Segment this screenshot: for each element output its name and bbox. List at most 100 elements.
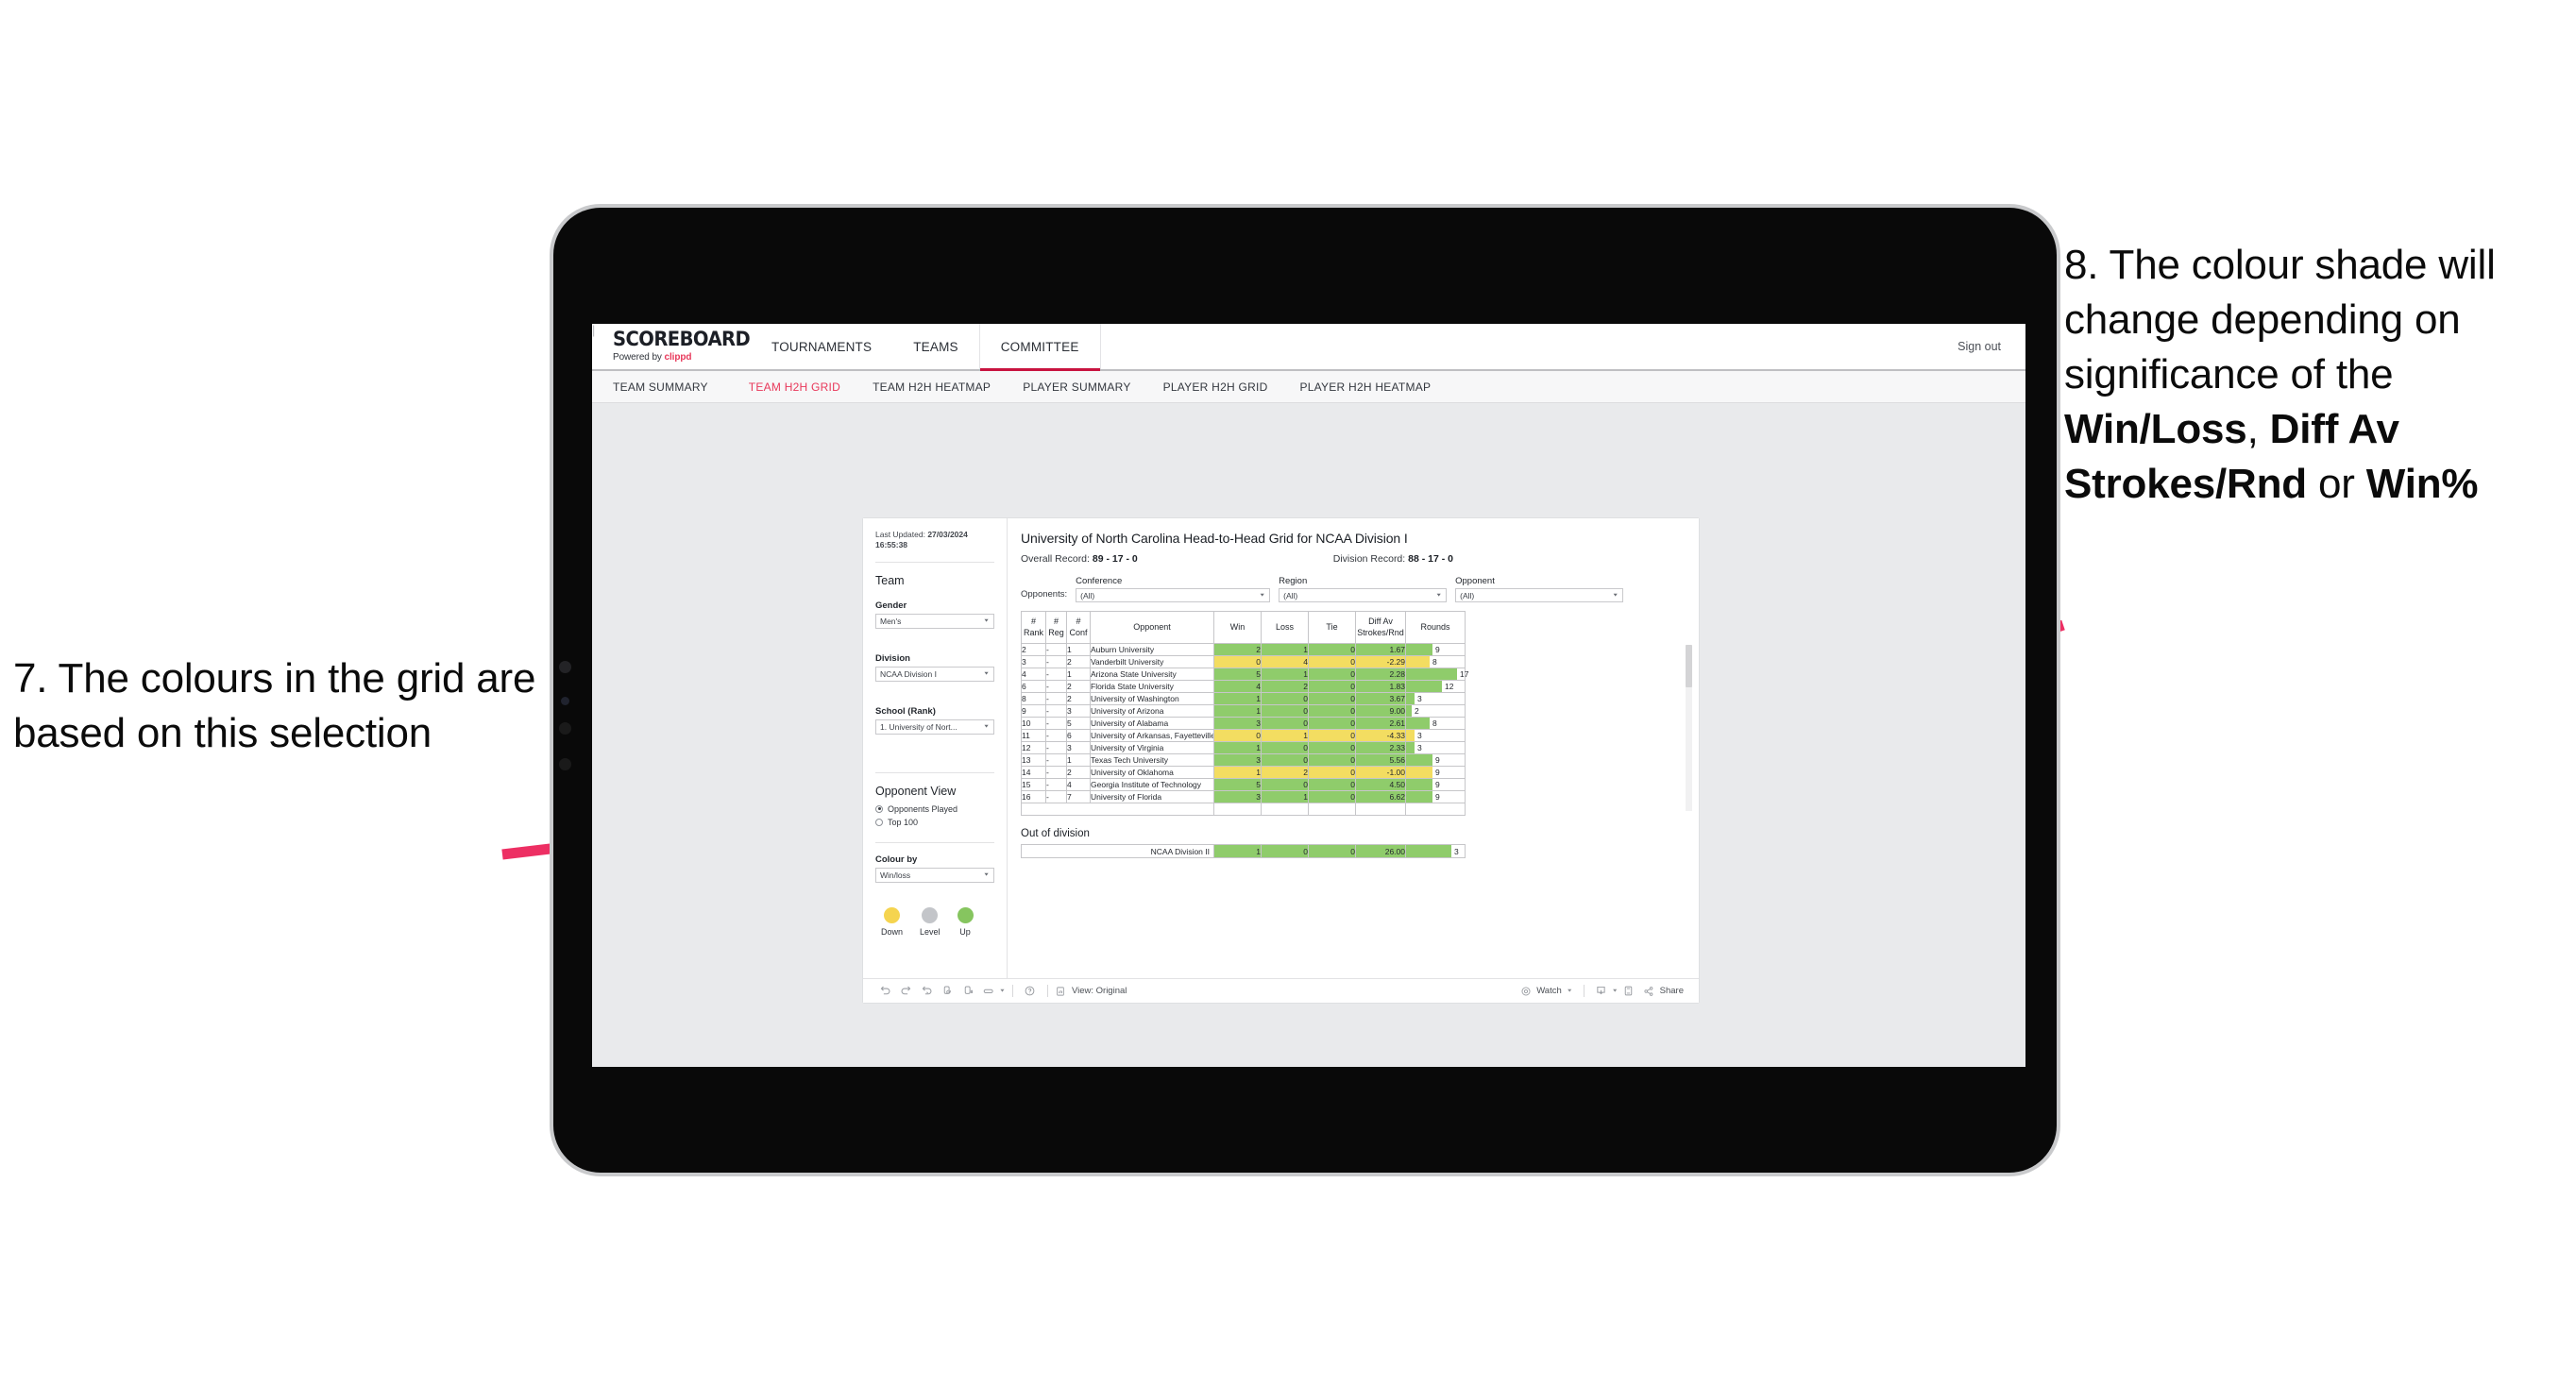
cell-tie: 0 [1308, 680, 1356, 693]
gender-value: Men's [880, 616, 902, 626]
cell-conf: 2 [1066, 680, 1091, 693]
cell-win: 1 [1213, 704, 1262, 718]
ood-tie: 0 [1308, 844, 1356, 858]
table-row[interactable]: 11-6 University of Arkansas, Fayetteville… [1021, 729, 1466, 742]
chevron-down-icon: ▼ [983, 618, 990, 624]
cell-rounds: 9 [1405, 778, 1466, 791]
overall-record-value: 89 - 17 - 0 [1092, 553, 1138, 565]
signout-area: | Sign out [592, 324, 2025, 369]
cell-conf: 3 [1066, 741, 1091, 754]
refresh-data-icon[interactable] [937, 981, 958, 1002]
subnav-player-h2h-heatmap[interactable]: PLAYER H2H HEATMAP [1284, 380, 1448, 394]
cell-tie: 0 [1308, 753, 1356, 767]
table-row[interactable]: 8-2 University of Washington 1 0 0 3.67 3 [1021, 692, 1466, 705]
redo-icon[interactable] [895, 981, 916, 1002]
table-row[interactable]: 15-4 Georgia Institute of Technology 5 0 0 4.… [1021, 778, 1466, 791]
cell-diff: 5.56 [1355, 753, 1406, 767]
col-rounds[interactable]: Rounds [1405, 611, 1466, 644]
chevron-down-icon[interactable]: ▼ [1612, 989, 1618, 993]
rounds-bar [1406, 791, 1432, 803]
col-loss[interactable]: Loss [1261, 611, 1309, 644]
undo-icon[interactable] [874, 981, 895, 1002]
col-conf[interactable]: # Conf [1066, 611, 1091, 644]
table-row[interactable]: 14-2 University of Oklahoma 1 2 0 -1.00 9 [1021, 766, 1466, 779]
rounds-value: 3 [1417, 743, 1422, 752]
brand-logo[interactable]: SCOREBOARD Powered by clippd [592, 324, 751, 369]
fullscreen-icon[interactable] [1618, 981, 1639, 1002]
col-opponent[interactable]: Opponent [1090, 611, 1214, 644]
nav-item-teams[interactable]: TEAMS [892, 324, 979, 369]
gender-select[interactable]: Men's ▼ [875, 613, 994, 629]
radio-opponents-played[interactable]: Opponents Played [875, 804, 994, 814]
table-row[interactable]: 10-5 University of Alabama 3 0 0 2.61 8 [1021, 717, 1466, 730]
ood-rounds-label: 3 [1454, 846, 1459, 856]
nav-item-committee[interactable]: COMMITTEE [978, 324, 1101, 371]
scrollbar-thumb[interactable] [1686, 645, 1692, 687]
ood-win: 1 [1213, 844, 1262, 858]
division-select[interactable]: NCAA Division I ▼ [875, 666, 994, 682]
region-filter: Region (All) ▼ [1279, 576, 1448, 602]
table-row[interactable]: 12-3 University of Virginia 1 0 0 2.33 3 [1021, 741, 1466, 754]
subnav-player-h2h-grid[interactable]: PLAYER H2H GRID [1147, 380, 1284, 394]
col-tie[interactable]: Tie [1308, 611, 1356, 644]
h2h-table-head: # Rank # Reg # Conf Opponent Win Loss Tie D… [1021, 611, 1466, 644]
subnav-team-summary[interactable]: TEAM SUMMARY [613, 380, 733, 394]
school-select[interactable]: 1. University of Nort... ▼ [875, 718, 994, 735]
share-button[interactable]: Share [1643, 981, 1684, 1002]
cell-rounds: 9 [1405, 766, 1466, 779]
table-row[interactable]: 9-3 University of Arizona 1 0 0 9.00 2 [1021, 704, 1466, 718]
table-row[interactable]: 13-1 Texas Tech University 3 0 0 5.56 9 [1021, 753, 1466, 767]
subnav-team-h2h-grid[interactable]: TEAM H2H GRID [733, 380, 856, 394]
radio-top-100[interactable]: Top 100 [875, 818, 994, 827]
table-row[interactable]: 6-2 Florida State University 4 2 0 1.83 12 [1021, 680, 1466, 693]
opponent-select[interactable]: (All) ▼ [1455, 588, 1624, 602]
table-row[interactable]: 3-2 Vanderbilt University 0 4 0 -2.29 8 [1021, 655, 1466, 668]
table-row[interactable]: 2-1 Auburn University 2 1 0 1.67 9 [1021, 643, 1466, 656]
app-screen: SCOREBOARD Powered by clippd TOURNAMENTS… [592, 324, 2025, 1067]
help-icon[interactable] [1020, 981, 1041, 1002]
cell-diff: 3.67 [1355, 692, 1406, 705]
cell-rank: 14 [1021, 766, 1046, 779]
col-diff[interactable]: Diff Av Strokes/Rnd [1355, 611, 1406, 644]
cell-win: 3 [1213, 753, 1262, 767]
divider: | [592, 324, 596, 337]
cell-reg: - [1045, 680, 1067, 693]
col-reg[interactable]: # Reg [1045, 611, 1067, 644]
nav-item-tournaments[interactable]: TOURNAMENTS [751, 324, 892, 369]
table-row[interactable]: 4-1 Arizona State University 5 1 0 2.28 17 [1021, 668, 1468, 681]
ood-rounds: 3 [1405, 844, 1466, 858]
download-icon[interactable] [1591, 981, 1612, 1002]
cell-reg: - [1045, 729, 1067, 742]
cell-tie: 0 [1308, 668, 1356, 681]
chevron-down-icon[interactable]: ▼ [999, 989, 1006, 993]
rounds-bar [1406, 668, 1457, 680]
signout-link[interactable]: Sign out [1957, 340, 2001, 353]
cell-reg: - [1045, 778, 1067, 791]
revert-icon[interactable] [916, 981, 937, 1002]
region-select[interactable]: (All) ▼ [1279, 588, 1448, 602]
radio-opponents-played-label: Opponents Played [888, 803, 958, 814]
cell-loss: 1 [1261, 729, 1309, 742]
table-row[interactable]: 16-7 University of Florida 3 1 0 6.62 9 [1021, 790, 1466, 803]
pan-icon[interactable] [978, 981, 999, 1002]
conference-select[interactable]: (All) ▼ [1076, 588, 1271, 602]
cell-rank: 2 [1021, 643, 1046, 656]
rounds-value: 9 [1435, 755, 1440, 765]
view-original-label: View: Original [1071, 986, 1127, 996]
spacer-diff [1355, 803, 1406, 816]
col-win[interactable]: Win [1213, 611, 1262, 644]
subnav-team-h2h-heatmap[interactable]: TEAM H2H HEATMAP [856, 380, 1007, 394]
region-caption: Region [1279, 576, 1308, 586]
col-rank[interactable]: # Rank [1021, 611, 1046, 644]
colour-by-select[interactable]: Win/loss ▼ [875, 867, 994, 883]
view-original-button[interactable]: View: Original [1055, 981, 1127, 1002]
pause-refresh-icon[interactable] [958, 981, 978, 1002]
button-dot-icon [559, 722, 571, 735]
watch-button[interactable]: Watch ▼ [1519, 981, 1573, 1002]
division-value: NCAA Division I [880, 668, 937, 679]
subnav-player-summary[interactable]: PLAYER SUMMARY [1007, 380, 1146, 394]
table-row[interactable]: NCAA Division II 1 0 0 26.00 3 [1021, 844, 1466, 858]
cell-win: 1 [1213, 741, 1262, 754]
